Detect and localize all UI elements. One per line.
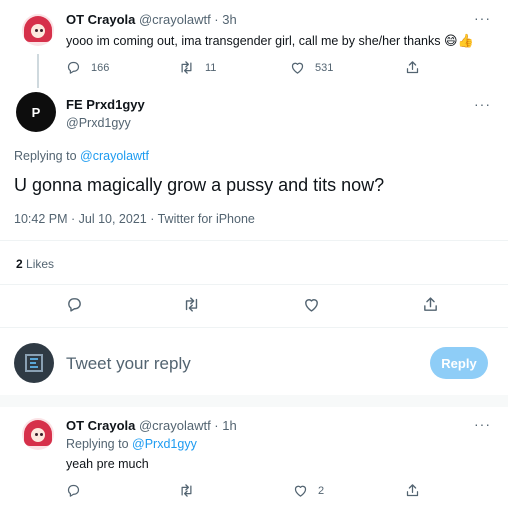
thread-connector	[37, 54, 39, 88]
retweet-action[interactable]	[178, 483, 195, 498]
share-icon	[424, 297, 437, 311]
section-separator	[0, 395, 508, 407]
divider	[0, 327, 508, 328]
avatar[interactable]: P	[16, 92, 56, 132]
like-action[interactable]: 2	[293, 483, 324, 498]
tweet-header: OT Crayola @crayolawtf · 1h	[66, 418, 237, 433]
more-options-icon[interactable]: ···	[474, 416, 491, 432]
display-name[interactable]: OT Crayola	[66, 418, 135, 433]
reply-action[interactable]	[66, 483, 81, 498]
share-action[interactable]	[422, 296, 439, 313]
reply-action[interactable]	[66, 296, 83, 313]
replying-to: Replying to @Prxd1gyy	[66, 437, 197, 451]
divider	[0, 240, 508, 241]
retweet-action[interactable]	[182, 296, 201, 313]
avatar-logo-icon	[25, 354, 43, 372]
emoji: 😄👍	[443, 33, 474, 48]
reply-input[interactable]: Tweet your reply	[66, 354, 191, 374]
heart-icon	[305, 299, 318, 312]
retweet-action[interactable]: 11	[178, 60, 216, 75]
likes-summary[interactable]: 2 Likes	[16, 257, 54, 271]
like-action[interactable]	[303, 296, 320, 313]
reply-icon	[67, 61, 80, 74]
avatar	[14, 343, 54, 383]
avatar[interactable]	[22, 14, 54, 46]
retweet-icon	[185, 297, 198, 312]
tweet-header: OT Crayola @crayolawtf · 3h	[66, 12, 237, 27]
tweet-text: yooo im coming out, ima transgender girl…	[66, 33, 474, 48]
tweet-text: U gonna magically grow a pussy and tits …	[14, 175, 385, 195]
reply-action[interactable]: 166	[66, 60, 109, 75]
tweet-timestamp[interactable]: 10:42 PM · Jul 10, 2021 · Twitter for iP…	[14, 212, 255, 226]
like-count: 531	[315, 61, 334, 74]
more-options-icon[interactable]: ···	[474, 10, 491, 26]
avatar-logo: P	[31, 104, 41, 120]
heart-icon	[291, 62, 304, 74]
reply-count: 166	[91, 61, 110, 74]
retweet-icon	[181, 484, 192, 497]
tweet-text: yeah pre much	[66, 457, 149, 471]
handle-time[interactable]: @crayolawtf · 3h	[139, 12, 237, 27]
divider	[0, 284, 508, 285]
reply-icon	[68, 298, 81, 312]
handle-time[interactable]: @crayolawtf · 1h	[139, 418, 237, 433]
share-action[interactable]	[405, 60, 420, 75]
heart-icon	[294, 485, 307, 497]
handle[interactable]: @Prxd1gyy	[66, 116, 131, 130]
display-name[interactable]: FE Prxd1gyy	[66, 97, 145, 112]
reply-icon	[67, 484, 80, 497]
avatar[interactable]	[22, 418, 54, 450]
more-options-icon[interactable]: ···	[474, 96, 491, 112]
like-action[interactable]: 531	[290, 60, 333, 75]
reply-button[interactable]: Reply	[430, 347, 488, 379]
share-icon	[406, 61, 419, 74]
mention-link[interactable]: @Prxd1gyy	[132, 437, 197, 451]
display-name[interactable]: OT Crayola	[66, 12, 135, 27]
mention-link[interactable]: @crayolawtf	[80, 149, 149, 163]
retweet-count: 11	[205, 61, 217, 74]
share-action[interactable]	[405, 483, 420, 498]
replying-to: Replying to @crayolawtf	[14, 149, 149, 163]
share-icon	[406, 484, 419, 497]
retweet-icon	[181, 61, 192, 74]
like-count: 2	[318, 484, 325, 497]
